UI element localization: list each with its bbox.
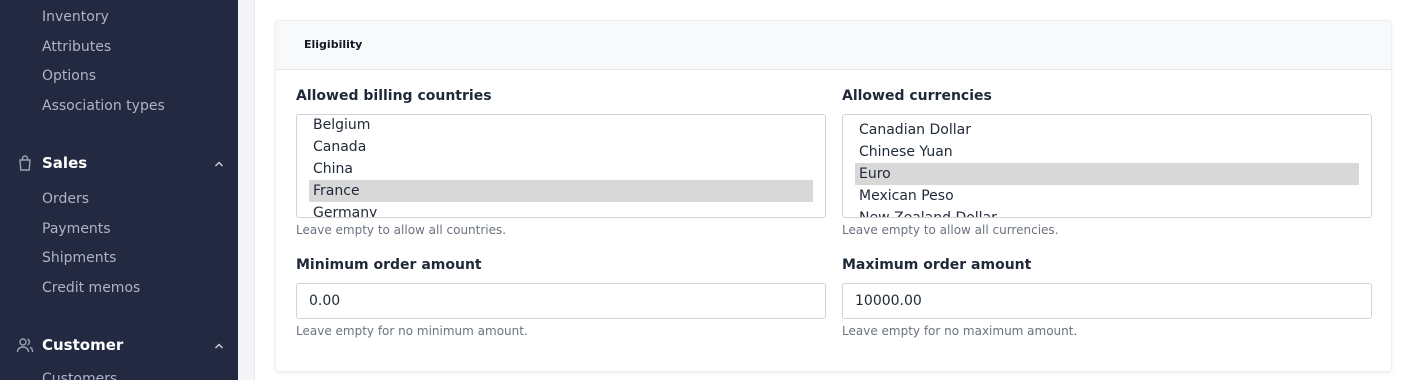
select-option[interactable]: Germany [309,202,813,217]
select-option[interactable]: New Zealand Dollar [855,207,1359,217]
form-panel: Eligibility Allowed billing countries Be… [254,0,1427,380]
sidebar-item-inventory[interactable]: Inventory [42,8,109,26]
max-order-input[interactable] [842,283,1372,319]
sidebar-item-credit-memos[interactable]: Credit memos [42,279,140,297]
min-order-hint: Leave empty for no minimum amount. [296,324,528,338]
min-order-label: Minimum order amount [296,257,482,273]
sidebar-group-label: Sales [42,154,88,172]
card-title: Eligibility [304,38,363,51]
select-option[interactable]: Belgium [309,115,813,136]
max-order-hint: Leave empty for no maximum amount. [842,324,1078,338]
sidebar-item-customers[interactable]: Customers [42,370,117,380]
chevron-up-icon[interactable] [212,338,226,352]
sidebar-group-sales[interactable]: Sales [16,152,226,174]
sidebar-item-shipments[interactable]: Shipments [42,249,116,267]
billing-countries-label: Allowed billing countries [296,88,492,104]
sidebar-item-payments[interactable]: Payments [42,220,111,238]
select-option[interactable]: Canadian Dollar [855,119,1359,141]
card-header: Eligibility [276,21,1391,70]
shopping-bag-icon [16,154,34,172]
sidebar-item-association-types[interactable]: Association types [42,97,165,115]
select-option-selected[interactable]: Euro [855,163,1359,185]
sidebar: Inventory Attributes Options Association… [0,0,238,380]
billing-countries-hint: Leave empty to allow all countries. [296,223,507,237]
select-option[interactable]: Chinese Yuan [855,141,1359,163]
eligibility-card: Eligibility Allowed billing countries Be… [275,20,1392,372]
users-icon [16,336,34,354]
sidebar-group-label: Customer [42,336,124,354]
currencies-hint: Leave empty to allow all currencies. [842,223,1059,237]
min-order-input[interactable] [296,283,826,319]
select-option[interactable]: China [309,158,813,180]
chevron-up-icon[interactable] [212,156,226,170]
main-content: Eligibility Allowed billing countries Be… [238,0,1427,380]
sidebar-item-orders[interactable]: Orders [42,190,89,208]
sidebar-group-customer[interactable]: Customer [16,334,226,356]
select-option-selected[interactable]: France [309,180,813,202]
max-order-label: Maximum order amount [842,257,1032,273]
sidebar-item-options[interactable]: Options [42,67,96,85]
sidebar-item-attributes[interactable]: Attributes [42,38,111,56]
select-option[interactable]: Mexican Peso [855,185,1359,207]
currencies-select[interactable]: Canadian Dollar Chinese Yuan Euro Mexica… [842,114,1372,218]
select-option[interactable]: Canada [309,136,813,158]
billing-countries-select[interactable]: Belgium Canada China France Germany [296,114,826,218]
currencies-label: Allowed currencies [842,88,992,104]
